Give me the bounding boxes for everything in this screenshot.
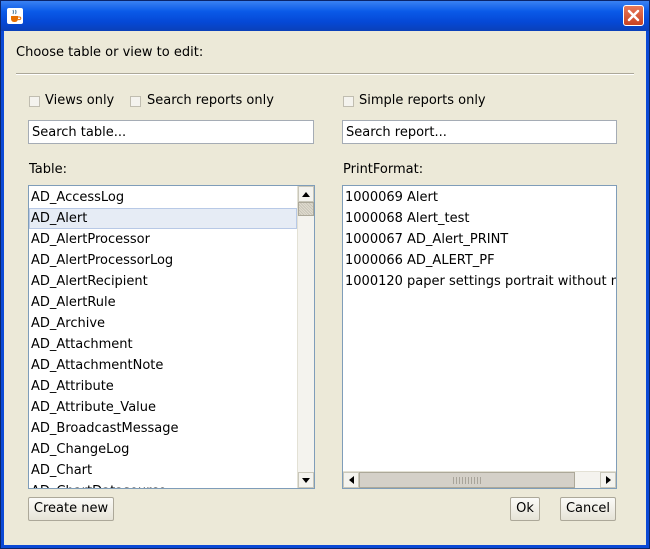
close-button[interactable] [623, 5, 644, 26]
printformat-list-horizontal-scrollbar[interactable] [343, 471, 616, 488]
table-list-item[interactable]: AD_Attachment [29, 334, 297, 355]
separator [16, 73, 634, 75]
table-list-item[interactable]: AD_AttachmentNote [29, 355, 297, 376]
printformat-list-item[interactable]: 1000066 AD_ALERT_PF [343, 250, 616, 271]
printformat-list-item[interactable]: 1000068 Alert_test [343, 208, 616, 229]
table-list-item[interactable]: AD_Alert [29, 208, 297, 229]
table-list-rows: AD_AccessLog AD_Alert AD_AlertProcessor AD_… [29, 187, 297, 488]
close-icon [627, 9, 640, 22]
horizontal-scroll-thumb[interactable] [359, 472, 575, 488]
arrow-left-icon [348, 476, 354, 484]
arrow-up-icon [302, 191, 310, 197]
table-list-item[interactable]: AD_Archive [29, 313, 297, 334]
table-list-item[interactable]: AD_Attribute_Value [29, 397, 297, 418]
simple-reports-only-box[interactable] [343, 96, 354, 107]
dialog-window: Choose table or view to edit: Views only… [0, 0, 650, 549]
search-report-input[interactable]: Search report... [342, 120, 617, 144]
table-list-item[interactable]: AD_AccessLog [29, 187, 297, 208]
table-list-item[interactable]: AD_BroadcastMessage [29, 418, 297, 439]
table-list-label: Table: [29, 162, 67, 177]
printformat-list-label: PrintFormat: [343, 162, 424, 177]
search-reports-only-label[interactable]: Search reports only [147, 93, 274, 108]
table-list-item[interactable]: AD_ChartDatasource [29, 481, 297, 488]
table-list-vertical-scrollbar[interactable] [297, 186, 314, 488]
table-list-item[interactable]: AD_Chart [29, 460, 297, 481]
dialog-content: Choose table or view to edit: Views only… [4, 31, 646, 545]
scroll-right-button[interactable] [600, 472, 616, 488]
table-list-item[interactable]: AD_AlertProcessor [29, 229, 297, 250]
title-bar[interactable] [1, 1, 649, 31]
printformat-list-item[interactable]: 1000067 AD_Alert_PRINT [343, 229, 616, 250]
table-list-item[interactable]: AD_AlertRecipient [29, 271, 297, 292]
table-list-item[interactable]: AD_AlertProcessorLog [29, 250, 297, 271]
printformat-list-item[interactable]: 1000069 Alert [343, 187, 616, 208]
views-only-box[interactable] [29, 96, 40, 107]
dialog-prompt: Choose table or view to edit: [16, 45, 204, 60]
table-list[interactable]: AD_AccessLog AD_Alert AD_AlertProcessor AD_… [28, 185, 315, 489]
table-list-item[interactable]: AD_Attribute [29, 376, 297, 397]
arrow-down-icon [302, 477, 310, 483]
printformat-list-rows: 1000069 Alert 1000068 Alert_test 1000067 A… [343, 187, 616, 472]
scroll-up-button[interactable] [298, 186, 314, 202]
table-list-item[interactable]: AD_AlertRule [29, 292, 297, 313]
cancel-button[interactable]: Cancel [560, 497, 616, 521]
views-only-label[interactable]: Views only [45, 93, 114, 108]
ok-button[interactable]: Ok [510, 497, 540, 521]
table-list-item[interactable]: AD_ChangeLog [29, 439, 297, 460]
java-cup-icon [7, 8, 23, 24]
search-reports-only-box[interactable] [130, 96, 141, 107]
scroll-left-button[interactable] [343, 472, 359, 488]
create-new-button[interactable]: Create new [28, 497, 114, 521]
arrow-right-icon [605, 476, 611, 484]
scroll-thumb[interactable] [298, 202, 314, 216]
printformat-list[interactable]: 1000069 Alert 1000068 Alert_test 1000067 A… [342, 185, 617, 489]
scroll-down-button[interactable] [298, 472, 314, 488]
printformat-list-item[interactable]: 1000120 paper settings portrait without … [343, 271, 616, 292]
search-table-input[interactable]: Search table... [28, 120, 314, 144]
simple-reports-only-label[interactable]: Simple reports only [359, 93, 486, 108]
